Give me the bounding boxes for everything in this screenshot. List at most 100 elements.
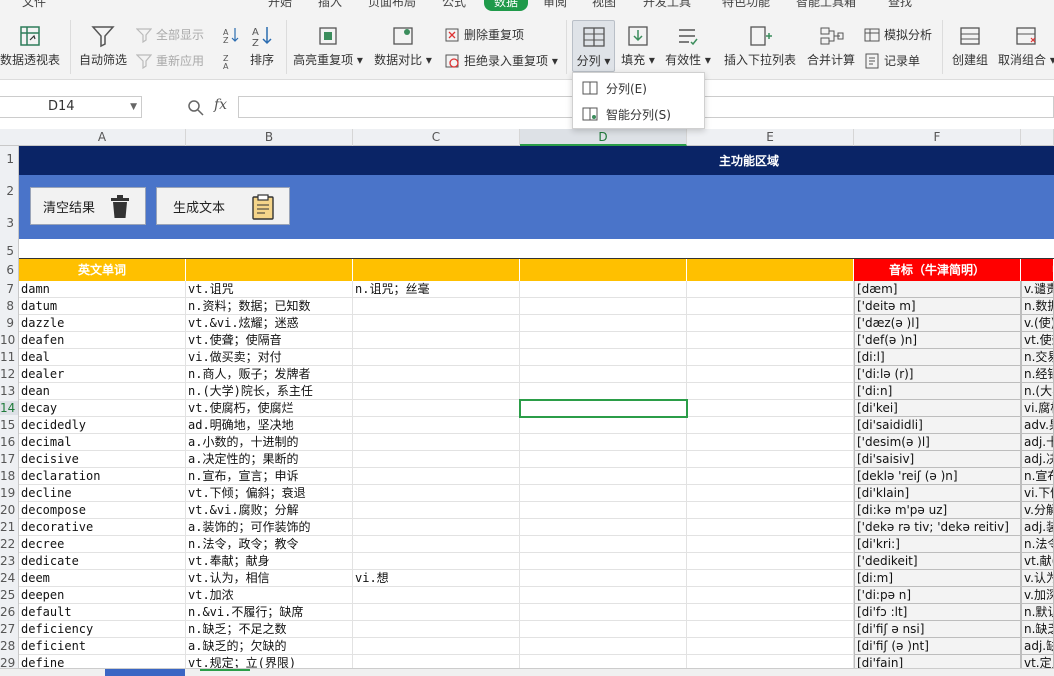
cell-word[interactable]: decidedly xyxy=(19,417,186,434)
cell-chinese[interactable]: v.认为 xyxy=(1021,570,1054,587)
cell-empty[interactable] xyxy=(520,502,687,519)
fill-button[interactable]: 填充 ▾ xyxy=(620,24,656,68)
cell-chinese[interactable]: n.(大学 xyxy=(1021,383,1054,400)
name-box[interactable]: D14 ▼ xyxy=(0,96,142,118)
row-header[interactable]: 19 xyxy=(0,486,18,500)
smart-split-menu-item[interactable]: 智能分列(S) xyxy=(573,101,704,127)
cell-word[interactable]: decline xyxy=(19,485,186,502)
cell-phonetic[interactable]: [di:l] xyxy=(854,349,1021,366)
cell-chinese[interactable]: n.法令 xyxy=(1021,536,1054,553)
cell-empty[interactable] xyxy=(520,451,687,468)
cell-chinese[interactable]: adj.决 xyxy=(1021,451,1054,468)
cell-meaning-extra[interactable] xyxy=(353,468,520,485)
cell-empty[interactable] xyxy=(687,502,854,519)
cell-meaning[interactable]: n.宣布，宣言；申诉 xyxy=(186,468,353,485)
cell-phonetic[interactable]: [di'fiʃ (ə )nt] xyxy=(854,638,1021,655)
cell-meaning[interactable]: vi.做买卖；对付 xyxy=(186,349,353,366)
cell-phonetic[interactable]: [di'kei] xyxy=(854,400,1021,417)
cell-meaning-extra[interactable] xyxy=(353,553,520,570)
cell-meaning-extra[interactable]: n.诅咒；丝毫 xyxy=(353,281,520,298)
cell-phonetic[interactable]: ['def(ə )n] xyxy=(854,332,1021,349)
cell-empty[interactable] xyxy=(687,417,854,434)
clear-results-button[interactable]: 清空结果 xyxy=(30,187,146,225)
cell-empty[interactable] xyxy=(687,621,854,638)
data-compare-button[interactable]: 数据对比 ▾ xyxy=(372,24,434,68)
tab-review[interactable]: 审阅 xyxy=(543,0,567,10)
cell-empty[interactable] xyxy=(520,332,687,349)
cell-meaning[interactable]: vt.使腐朽，使腐烂 xyxy=(186,400,353,417)
cell-chinese[interactable]: n.宣布 xyxy=(1021,468,1054,485)
chevron-down-icon[interactable]: ▼ xyxy=(130,97,137,117)
cell-word[interactable]: decisive xyxy=(19,451,186,468)
cell-phonetic[interactable]: [di:m] xyxy=(854,570,1021,587)
cell-phonetic[interactable]: [di'kri:] xyxy=(854,536,1021,553)
cell-word[interactable]: dealer xyxy=(19,366,186,383)
sheet-tab-active[interactable] xyxy=(105,669,185,676)
cell-word[interactable]: decay xyxy=(19,400,186,417)
cell-chinese[interactable]: v.加深 xyxy=(1021,587,1054,604)
cell-empty[interactable] xyxy=(687,485,854,502)
cell-empty[interactable] xyxy=(520,468,687,485)
cell-meaning[interactable]: vt.&vi.腐败；分解 xyxy=(186,502,353,519)
cell-word[interactable]: decree xyxy=(19,536,186,553)
cell-word[interactable]: deepen xyxy=(19,587,186,604)
cell-meaning[interactable]: vt.奉献；献身 xyxy=(186,553,353,570)
cell-meaning-extra[interactable] xyxy=(353,400,520,417)
reject-duplicates-button[interactable]: 拒绝录入重复项 ▾ xyxy=(444,52,558,69)
cell-word[interactable]: deafen xyxy=(19,332,186,349)
cell-empty[interactable] xyxy=(687,400,854,417)
cell-empty[interactable] xyxy=(520,553,687,570)
cell-meaning[interactable]: n.商人，贩子；发牌者 xyxy=(186,366,353,383)
cell-chinese[interactable]: v.分解 xyxy=(1021,502,1054,519)
cell-empty[interactable] xyxy=(687,383,854,400)
tab-search[interactable]: 查找 xyxy=(888,0,912,10)
highlight-duplicates-button[interactable]: 高亮重复项 ▾ xyxy=(292,24,364,68)
row-header[interactable]: 1 xyxy=(0,152,18,166)
cell-chinese[interactable]: n.缺乏 xyxy=(1021,621,1054,638)
split-column-menu-item[interactable]: 分列(E) xyxy=(573,75,704,101)
cell-empty[interactable] xyxy=(520,349,687,366)
cell-empty[interactable] xyxy=(520,434,687,451)
cell-empty[interactable] xyxy=(687,655,854,668)
cell-meaning-extra[interactable] xyxy=(353,502,520,519)
cell-empty[interactable] xyxy=(520,638,687,655)
cell-meaning[interactable]: vt.诅咒 xyxy=(186,281,353,298)
cell-chinese[interactable]: adj.装 xyxy=(1021,519,1054,536)
cell-meaning-extra[interactable] xyxy=(353,349,520,366)
split-column-button[interactable]: 分列 ▾ xyxy=(572,20,615,72)
cell-phonetic[interactable]: [dæm] xyxy=(854,281,1021,298)
cell-phonetic[interactable]: ['di:n] xyxy=(854,383,1021,400)
cell-phonetic[interactable]: [di'fiʃ ə nsi] xyxy=(854,621,1021,638)
cell-meaning-extra[interactable] xyxy=(353,536,520,553)
cell-chinese[interactable]: vi.下倾 xyxy=(1021,485,1054,502)
cell-empty[interactable] xyxy=(687,604,854,621)
cell-meaning[interactable]: a.决定性的；果断的 xyxy=(186,451,353,468)
cell-word[interactable]: damn xyxy=(19,281,186,298)
cell-empty[interactable] xyxy=(687,315,854,332)
column-header-g[interactable] xyxy=(1021,129,1054,146)
cell-empty[interactable] xyxy=(520,655,687,668)
cell-meaning-extra[interactable] xyxy=(353,417,520,434)
row-header[interactable]: 22 xyxy=(0,537,18,551)
cell-chinese[interactable]: n.数据 xyxy=(1021,298,1054,315)
tab-features[interactable]: 特色功能 xyxy=(722,0,770,10)
cell-word[interactable]: dazzle xyxy=(19,315,186,332)
sort-asc-button[interactable]: AZ xyxy=(222,26,244,44)
tab-home[interactable]: 开始 xyxy=(268,0,292,10)
cell-empty[interactable] xyxy=(687,451,854,468)
cell-word[interactable]: decorative xyxy=(19,519,186,536)
column-header-e[interactable]: E xyxy=(687,129,854,146)
row-header[interactable]: 18 xyxy=(0,469,18,483)
cell-meaning[interactable]: vt.加浓 xyxy=(186,587,353,604)
row-header[interactable]: 23 xyxy=(0,554,18,568)
pivot-table-button[interactable]: 数据透视表 xyxy=(0,24,60,68)
worksheet[interactable]: 主功能区域 清空结果 生成文本 英文单词 音标（牛津简明） 中 damnvt.诅… xyxy=(19,146,1054,668)
cell-meaning-extra[interactable] xyxy=(353,485,520,502)
tab-view[interactable]: 视图 xyxy=(592,0,616,10)
column-header-b[interactable]: B xyxy=(186,129,353,146)
row-header[interactable]: 15 xyxy=(0,418,18,432)
cell-empty[interactable] xyxy=(687,553,854,570)
column-header-a[interactable]: A xyxy=(19,129,186,146)
cell-meaning-extra[interactable] xyxy=(353,655,520,668)
row-header[interactable]: 24 xyxy=(0,571,18,585)
